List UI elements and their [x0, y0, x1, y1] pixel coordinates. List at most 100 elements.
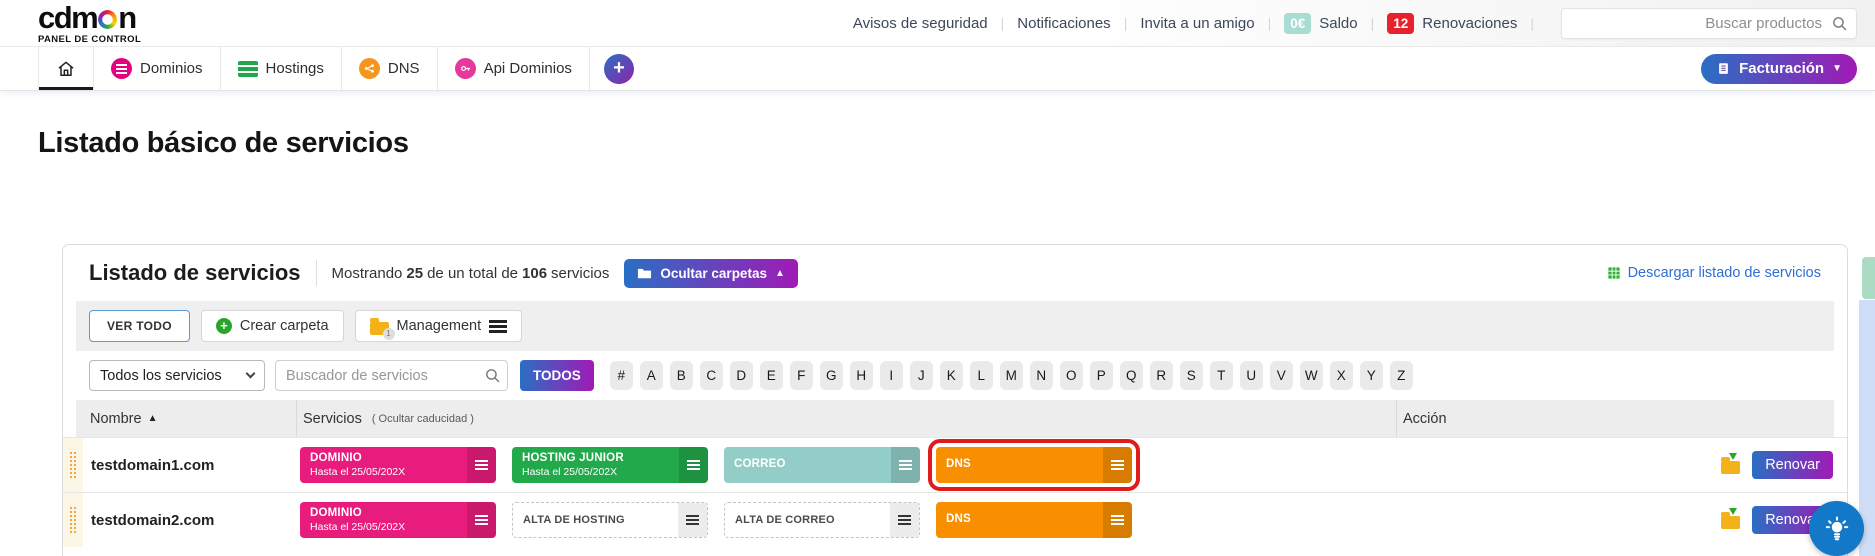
badge-menu-icon[interactable]: [1103, 447, 1132, 483]
top-bar-right: Avisos de seguridad | Notificaciones | I…: [853, 8, 1857, 39]
letter-filter-U[interactable]: U: [1240, 361, 1263, 390]
service-badge-dns-highlighted[interactable]: DNS: [936, 447, 1132, 483]
tab-api-dominios[interactable]: Api Dominios: [438, 47, 590, 90]
hide-folders-button[interactable]: Ocultar carpetas ▲: [624, 259, 797, 288]
service-badge-alta-hosting[interactable]: ALTA DE HOSTING: [512, 502, 708, 538]
separator: |: [1001, 15, 1005, 31]
letter-filter-H[interactable]: H: [850, 361, 873, 390]
service-badge-hosting[interactable]: HOSTING JUNIORHasta el 25/05/202X: [512, 447, 708, 483]
tab-home[interactable]: [38, 47, 94, 90]
separator: |: [1268, 15, 1272, 31]
card-header: Listado de servicios Mostrando25de un to…: [63, 245, 1847, 301]
badge-menu-icon[interactable]: [891, 447, 920, 483]
folder-management-button[interactable]: 1 Management: [355, 310, 523, 342]
tab-label: Api Dominios: [484, 60, 572, 77]
divider: [316, 260, 317, 286]
badge-menu-icon[interactable]: [679, 447, 708, 483]
badge-menu-icon[interactable]: [467, 502, 496, 538]
service-search-input[interactable]: [276, 361, 507, 390]
letter-filter-S[interactable]: S: [1180, 361, 1203, 390]
balance-link[interactable]: 0€ Saldo: [1284, 13, 1357, 34]
security-notices-link[interactable]: Avisos de seguridad: [853, 15, 988, 32]
filter-all-button[interactable]: TODOS: [520, 360, 594, 391]
letter-filter-R[interactable]: R: [1150, 361, 1173, 390]
service-search: [275, 360, 508, 391]
billing-label: Facturación: [1739, 60, 1824, 77]
logo-o-ring-icon: [98, 10, 117, 29]
service-badge-dns[interactable]: DNS: [936, 502, 1132, 538]
letter-filter-Q[interactable]: Q: [1120, 361, 1143, 390]
help-lightbulb-button[interactable]: [1809, 501, 1864, 556]
letter-filter-A[interactable]: A: [640, 361, 663, 390]
folders-toolbar: VER TODO + Crear carpeta 1 Management: [76, 301, 1834, 351]
domain-name: testdomain1.com: [83, 457, 300, 474]
tab-dns[interactable]: DNS: [342, 47, 438, 90]
balance-label: Saldo: [1319, 15, 1357, 32]
drag-handle[interactable]: [63, 493, 83, 547]
letter-filter-J[interactable]: J: [910, 361, 933, 390]
badge-menu-icon[interactable]: [467, 447, 496, 483]
notifications-link[interactable]: Notificaciones: [1017, 15, 1110, 32]
letter-filter-B[interactable]: B: [670, 361, 693, 390]
service-badges: DOMINIOHasta el 25/05/202X ALTA DE HOSTI…: [300, 502, 1132, 538]
edge-widget-green[interactable]: [1862, 257, 1875, 299]
logo[interactable]: cdmn PANEL DE CONTROL: [38, 2, 141, 45]
letter-filter-L[interactable]: L: [970, 361, 993, 390]
showing-summary: Mostrando25de un total de106servicios: [332, 265, 610, 282]
letter-filter-O[interactable]: O: [1060, 361, 1083, 390]
letter-filter-N[interactable]: N: [1030, 361, 1053, 390]
service-type-select[interactable]: Todos los servicios: [89, 360, 265, 391]
top-bar: cdmn PANEL DE CONTROL Avisos de segurida…: [0, 0, 1875, 47]
letter-filter-P[interactable]: P: [1090, 361, 1113, 390]
folder-count-badge: 1: [383, 328, 395, 340]
server-icon: [238, 61, 258, 77]
letter-filter-K[interactable]: K: [940, 361, 963, 390]
letter-filter-X[interactable]: X: [1330, 361, 1353, 390]
letter-filter-W[interactable]: W: [1300, 361, 1323, 390]
letter-filter-M[interactable]: M: [1000, 361, 1023, 390]
renew-button[interactable]: Renovar: [1752, 451, 1833, 479]
letter-filter-I[interactable]: I: [880, 361, 903, 390]
column-header-name[interactable]: Nombre ▲: [76, 411, 296, 427]
logo-subtitle: PANEL DE CONTROL: [38, 35, 141, 45]
spreadsheet-icon: [1606, 265, 1622, 281]
letter-filter-F[interactable]: F: [790, 361, 813, 390]
view-all-button[interactable]: VER TODO: [89, 310, 190, 342]
service-badge-dominio[interactable]: DOMINIOHasta el 25/05/202X: [300, 447, 496, 483]
column-header-action: Acción: [1396, 400, 1834, 437]
letter-filter-Y[interactable]: Y: [1360, 361, 1383, 390]
hide-expiry-toggle[interactable]: ( Ocultar caducidad ): [372, 413, 474, 425]
download-services-link[interactable]: Descargar listado de servicios: [1606, 265, 1821, 281]
letter-filter-D[interactable]: D: [730, 361, 753, 390]
move-to-folder-icon[interactable]: [1721, 516, 1740, 529]
product-search-input[interactable]: [1562, 9, 1856, 38]
invite-friend-link[interactable]: Invita a un amigo: [1140, 15, 1254, 32]
search-icon: [484, 367, 501, 384]
letter-filter-G[interactable]: G: [820, 361, 843, 390]
drag-handle[interactable]: [63, 438, 83, 492]
service-badge-correo[interactable]: CORREO: [724, 447, 920, 483]
tab-hostings[interactable]: Hostings: [221, 47, 342, 90]
plus-icon: +: [216, 318, 232, 334]
badge-menu-icon[interactable]: [890, 503, 919, 537]
service-badge-alta-correo[interactable]: ALTA DE CORREO: [724, 502, 920, 538]
add-service-button[interactable]: +: [604, 54, 634, 84]
letter-filter-#[interactable]: #: [610, 361, 633, 390]
letter-filter-E[interactable]: E: [760, 361, 783, 390]
service-badge-dominio[interactable]: DOMINIOHasta el 25/05/202X: [300, 502, 496, 538]
letter-filter-V[interactable]: V: [1270, 361, 1293, 390]
create-folder-button[interactable]: + Crear carpeta: [201, 310, 344, 342]
separator: |: [1371, 15, 1375, 31]
letter-filter-Z[interactable]: Z: [1390, 361, 1413, 390]
renewals-link[interactable]: 12 Renovaciones: [1387, 13, 1517, 34]
badge-menu-icon[interactable]: [678, 503, 707, 537]
key-icon: [455, 58, 476, 79]
letter-filter-C[interactable]: C: [700, 361, 723, 390]
badge-menu-icon[interactable]: [1103, 502, 1132, 538]
folder-icon: [637, 267, 652, 280]
move-to-folder-icon[interactable]: [1721, 461, 1740, 474]
lightbulb-icon: [1822, 514, 1852, 544]
letter-filter-T[interactable]: T: [1210, 361, 1233, 390]
billing-button[interactable]: Facturación ▼: [1701, 54, 1857, 84]
tab-dominios[interactable]: Dominios: [94, 47, 221, 90]
